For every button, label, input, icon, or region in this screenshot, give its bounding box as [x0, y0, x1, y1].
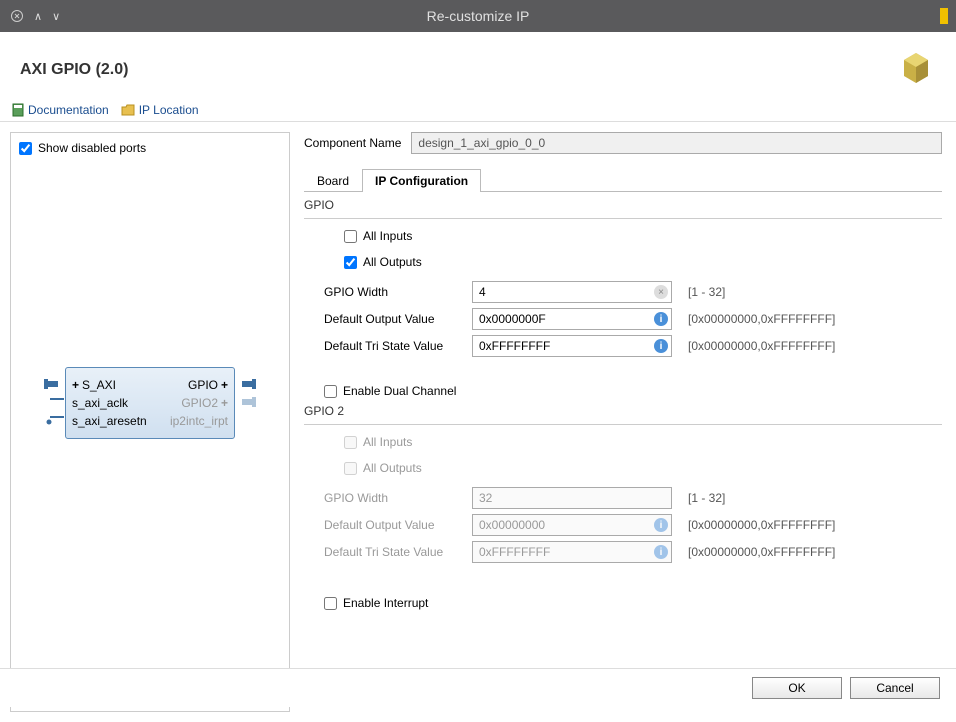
gpio-all-inputs-checkbox[interactable]	[344, 230, 357, 243]
folder-icon	[121, 104, 135, 116]
gpio-default-output-label: Default Output Value	[324, 312, 464, 326]
chevron-down-icon[interactable]: ∨	[50, 10, 62, 23]
ip-title: AXI GPIO (2.0)	[20, 61, 128, 79]
port-gpio: GPIO	[188, 378, 218, 392]
main-content: Show disabled ports +S_AXIGPIO+ s_axi_ac…	[0, 122, 956, 722]
window-title: Re-customize IP	[427, 8, 530, 24]
info-icon: i	[654, 545, 668, 559]
gpio-default-tristate-range: [0x00000000,0xFFFFFFFF]	[688, 339, 835, 353]
tabs: Board IP Configuration	[304, 168, 942, 192]
show-disabled-ports-checkbox[interactable]	[19, 142, 32, 155]
gpio-all-inputs-label: All Inputs	[363, 229, 412, 243]
gpio2-all-inputs-label: All Inputs	[363, 435, 412, 449]
enable-dual-channel-checkbox[interactable]	[324, 385, 337, 398]
close-icon[interactable]	[8, 7, 26, 25]
gpio-width-label: GPIO Width	[324, 285, 464, 299]
toolbar: Documentation IP Location	[0, 99, 956, 122]
gpio-title: GPIO	[304, 198, 942, 212]
component-name-input[interactable]	[411, 132, 942, 154]
gpio-default-tristate-label: Default Tri State Value	[324, 339, 464, 353]
gpio2-default-output-input	[472, 514, 672, 536]
gpio2-default-output-label: Default Output Value	[324, 518, 464, 532]
gpio2-all-outputs-label: All Outputs	[363, 461, 422, 475]
tab-ip-configuration[interactable]: IP Configuration	[362, 169, 481, 192]
gpio-width-range: [1 - 32]	[688, 285, 725, 299]
port-s-axi: S_AXI	[82, 378, 116, 392]
gpio2-default-tristate-range: [0x00000000,0xFFFFFFFF]	[688, 545, 835, 559]
gpio2-width-range: [1 - 32]	[688, 491, 725, 505]
header: AXI GPIO (2.0)	[0, 32, 956, 99]
gpio2-width-input	[472, 487, 672, 509]
port-s-axi-aresetn: s_axi_aresetn	[72, 414, 147, 428]
enable-dual-channel-label: Enable Dual Channel	[343, 384, 456, 398]
gpio-group: GPIO All Inputs All Outputs GPIO Width ×	[304, 198, 942, 372]
gpio2-default-output-range: [0x00000000,0xFFFFFFFF]	[688, 518, 835, 532]
ok-button[interactable]: OK	[752, 677, 842, 699]
component-name-label: Component Name	[304, 136, 401, 150]
documentation-link[interactable]: Documentation	[12, 103, 109, 117]
gpio-default-tristate-input[interactable]	[472, 335, 672, 357]
gpio2-title: GPIO 2	[304, 404, 942, 418]
clear-icon[interactable]: ×	[654, 285, 668, 299]
tab-board[interactable]: Board	[304, 169, 362, 192]
ip-location-label: IP Location	[139, 103, 199, 117]
enable-interrupt-label: Enable Interrupt	[343, 596, 428, 610]
chevron-up-icon[interactable]: ∧	[32, 10, 44, 23]
block-diagram[interactable]: +S_AXIGPIO+ s_axi_aclkGPIO2+ s_axi_arese…	[19, 163, 281, 643]
port-ip2intc-irpt: ip2intc_irpt	[170, 414, 228, 428]
info-icon[interactable]: i	[654, 312, 668, 326]
info-icon: i	[654, 518, 668, 532]
info-icon[interactable]: i	[654, 339, 668, 353]
gpio-all-outputs-label: All Outputs	[363, 255, 422, 269]
show-disabled-ports-label: Show disabled ports	[38, 141, 146, 155]
gpio-default-output-range: [0x00000000,0xFFFFFFFF]	[688, 312, 835, 326]
left-panel: Show disabled ports +S_AXIGPIO+ s_axi_ac…	[10, 132, 290, 712]
ip-location-link[interactable]: IP Location	[121, 103, 199, 117]
gpio-all-outputs-checkbox[interactable]	[344, 256, 357, 269]
port-s-axi-aclk: s_axi_aclk	[72, 396, 128, 410]
titlebar: ∧ ∨ Re-customize IP	[0, 0, 956, 32]
gpio2-default-tristate-input	[472, 541, 672, 563]
vendor-logo	[896, 48, 936, 91]
footer: OK Cancel	[0, 668, 956, 707]
documentation-label: Documentation	[28, 103, 109, 117]
port-gpio2: GPIO2	[181, 396, 218, 410]
enable-interrupt-checkbox[interactable]	[324, 597, 337, 610]
gpio2-group: GPIO 2 All Inputs All Outputs GPIO Width…	[304, 404, 942, 578]
window-indicator	[940, 8, 948, 24]
gpio2-all-outputs-checkbox	[344, 462, 357, 475]
cancel-button[interactable]: Cancel	[850, 677, 940, 699]
gpio2-default-tristate-label: Default Tri State Value	[324, 545, 464, 559]
book-icon	[12, 103, 24, 117]
gpio2-width-label: GPIO Width	[324, 491, 464, 505]
right-panel: Component Name Board IP Configuration GP…	[300, 132, 946, 712]
gpio-default-output-input[interactable]	[472, 308, 672, 330]
gpio-width-input[interactable]	[472, 281, 672, 303]
ip-block: +S_AXIGPIO+ s_axi_aclkGPIO2+ s_axi_arese…	[65, 367, 235, 439]
gpio2-all-inputs-checkbox	[344, 436, 357, 449]
